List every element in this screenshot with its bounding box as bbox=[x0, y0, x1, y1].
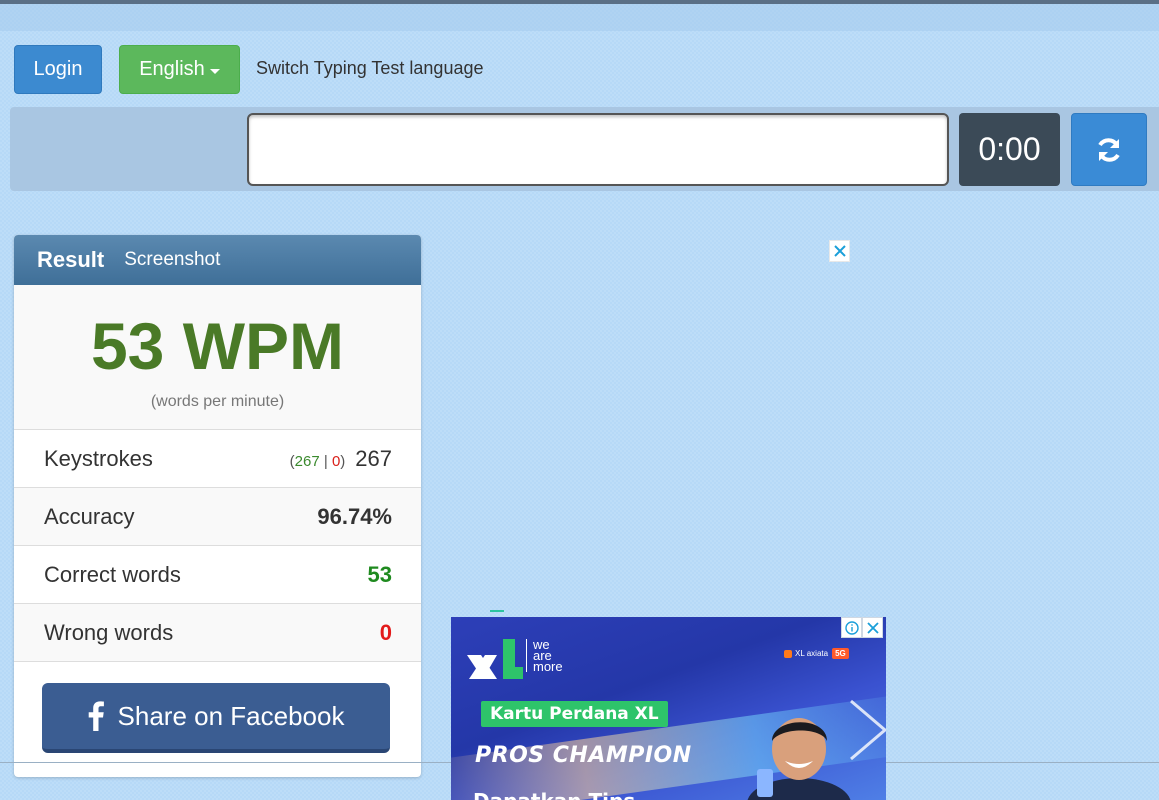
language-dropdown-button[interactable]: English bbox=[119, 45, 240, 94]
keystrokes-label: Keystrokes bbox=[44, 445, 153, 471]
refresh-icon bbox=[1098, 137, 1120, 162]
we-are-more-tagline: we are more bbox=[526, 638, 563, 674]
ad-close-button[interactable] bbox=[829, 240, 850, 262]
result-panel-header: Result Screenshot bbox=[14, 235, 421, 285]
login-label: Login bbox=[33, 58, 83, 80]
timer-display: 0:00 bbox=[959, 113, 1060, 186]
correct-words-label: Correct words bbox=[44, 561, 181, 587]
kartu-perdana-label: Kartu Perdana XL bbox=[481, 701, 668, 727]
share-facebook-button[interactable]: Share on Facebook bbox=[42, 683, 390, 753]
axiata-brand: XL axiata 5G bbox=[784, 648, 849, 659]
keystrokes-wrong: 0 bbox=[331, 452, 341, 470]
close-icon bbox=[833, 245, 846, 257]
keystrokes-values: (267 | 0) 267 bbox=[290, 446, 392, 472]
wpm-box: 53 WPM (words per minute) bbox=[14, 285, 421, 430]
keystrokes-detail: (267 | 0) bbox=[289, 452, 346, 470]
language-label: English bbox=[139, 58, 205, 80]
correct-words-value: 53 bbox=[367, 561, 392, 587]
tagline-line-3: more bbox=[533, 659, 563, 674]
xl-logo-icon bbox=[467, 639, 523, 679]
wpm-caption: (words per minute) bbox=[150, 393, 285, 410]
axiata-label: XL axiata bbox=[795, 649, 829, 658]
axiata-icon bbox=[784, 649, 792, 658]
typing-input[interactable] bbox=[247, 113, 949, 186]
close-icon bbox=[866, 621, 879, 634]
login-button[interactable]: Login bbox=[14, 45, 102, 94]
ad-info-icon[interactable] bbox=[841, 617, 862, 638]
keystrokes-row: Keystrokes (267 | 0) 267 bbox=[14, 430, 421, 488]
keystrokes-correct: 267 bbox=[294, 452, 320, 470]
reload-button[interactable] bbox=[1071, 113, 1147, 186]
ad-cta-text: Dapatkan Tips bbox=[473, 789, 635, 800]
wpm-value: 53 WPM bbox=[90, 309, 345, 383]
switch-language-text: Switch Typing Test language bbox=[256, 58, 484, 78]
caret-down-icon bbox=[209, 68, 220, 74]
wrong-words-row: Wrong words 0 bbox=[14, 604, 421, 662]
accuracy-value: 96.74% bbox=[317, 503, 392, 529]
screenshot-link[interactable]: Screenshot bbox=[124, 249, 220, 271]
chevron-right-icon bbox=[850, 699, 886, 761]
wrong-words-value: 0 bbox=[379, 619, 392, 645]
result-panel: Result Screenshot 53 WPM (words per minu… bbox=[14, 235, 421, 777]
info-icon bbox=[844, 620, 859, 635]
facebook-icon bbox=[88, 701, 104, 731]
result-title: Result bbox=[37, 247, 105, 272]
person-image bbox=[747, 718, 851, 800]
5g-badge: 5G bbox=[832, 648, 849, 659]
ad-banner-close-button[interactable] bbox=[862, 617, 883, 638]
wrong-words-label: Wrong words bbox=[44, 619, 174, 645]
accuracy-row: Accuracy 96.74% bbox=[14, 488, 421, 546]
top-band bbox=[0, 4, 1159, 31]
keystrokes-total: 267 bbox=[355, 445, 392, 471]
ad-choices bbox=[841, 617, 883, 638]
advertisement-banner[interactable]: we are more XL axiata 5G Kartu Perdana X… bbox=[451, 617, 886, 800]
share-facebook-label: Share on Facebook bbox=[117, 700, 345, 731]
accuracy-label: Accuracy bbox=[44, 503, 135, 529]
pros-champion-headline: PROS CHAMPION bbox=[475, 743, 692, 768]
correct-words-row: Correct words 53 bbox=[14, 546, 421, 604]
